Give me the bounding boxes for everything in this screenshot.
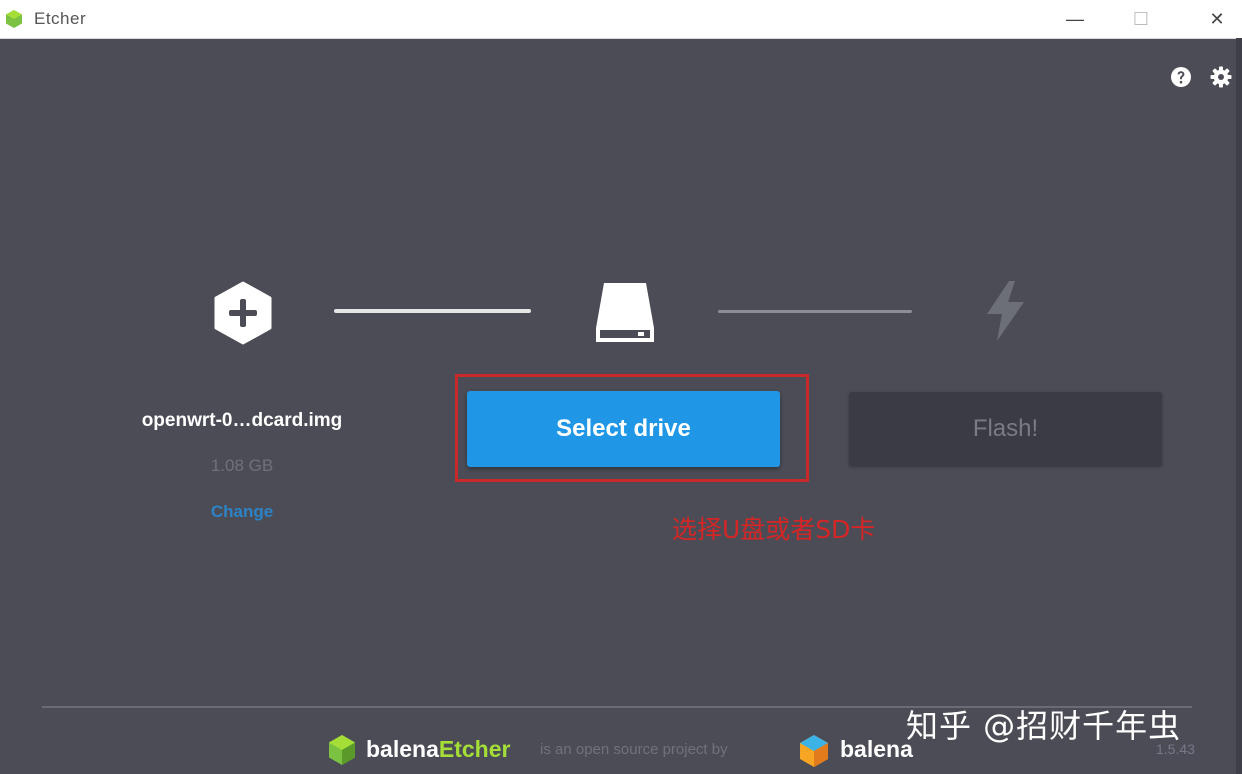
image-size: 1.08 GB <box>210 456 274 475</box>
balena-brand[interactable]: balena <box>840 736 913 763</box>
close-button[interactable]: ✕ <box>1194 0 1240 38</box>
image-filename: openwrt-0…dcard.img <box>141 410 343 431</box>
step-connector-1 <box>334 309 531 313</box>
maximize-button[interactable]: ☐ <box>1118 0 1164 38</box>
question-circle-icon[interactable] <box>1170 66 1192 88</box>
plus-hexagon-icon[interactable] <box>212 281 274 345</box>
gear-icon[interactable] <box>1210 66 1232 88</box>
drive-icon[interactable] <box>594 280 656 346</box>
annotation-text: 选择U盘或者SD卡 <box>672 515 876 544</box>
balena-logo-icon[interactable] <box>798 734 830 768</box>
etcher-app-icon <box>6 10 22 28</box>
lightning-bolt-icon <box>987 281 1024 341</box>
etcher-brand-accent: Etcher <box>438 736 511 762</box>
balena-etcher-logo-icon[interactable] <box>327 734 357 766</box>
select-drive-button[interactable]: Select drive <box>467 391 780 467</box>
minimize-button[interactable]: — <box>1052 0 1098 38</box>
window-edge <box>1236 38 1242 774</box>
change-image-link[interactable]: Change <box>110 502 374 522</box>
watermark-text: 知乎 @招财千年虫 <box>906 707 1182 745</box>
etcher-brand-main: balena <box>366 736 439 762</box>
flash-button: Flash! <box>849 392 1162 466</box>
balena-etcher-brand[interactable]: balenaEtcher <box>366 736 510 763</box>
title-bar: Etcher — ☐ ✕ <box>0 0 1242 39</box>
footer-tagline: is an open source project by <box>540 741 728 758</box>
window-title: Etcher <box>34 9 87 28</box>
step-connector-2 <box>718 310 912 313</box>
